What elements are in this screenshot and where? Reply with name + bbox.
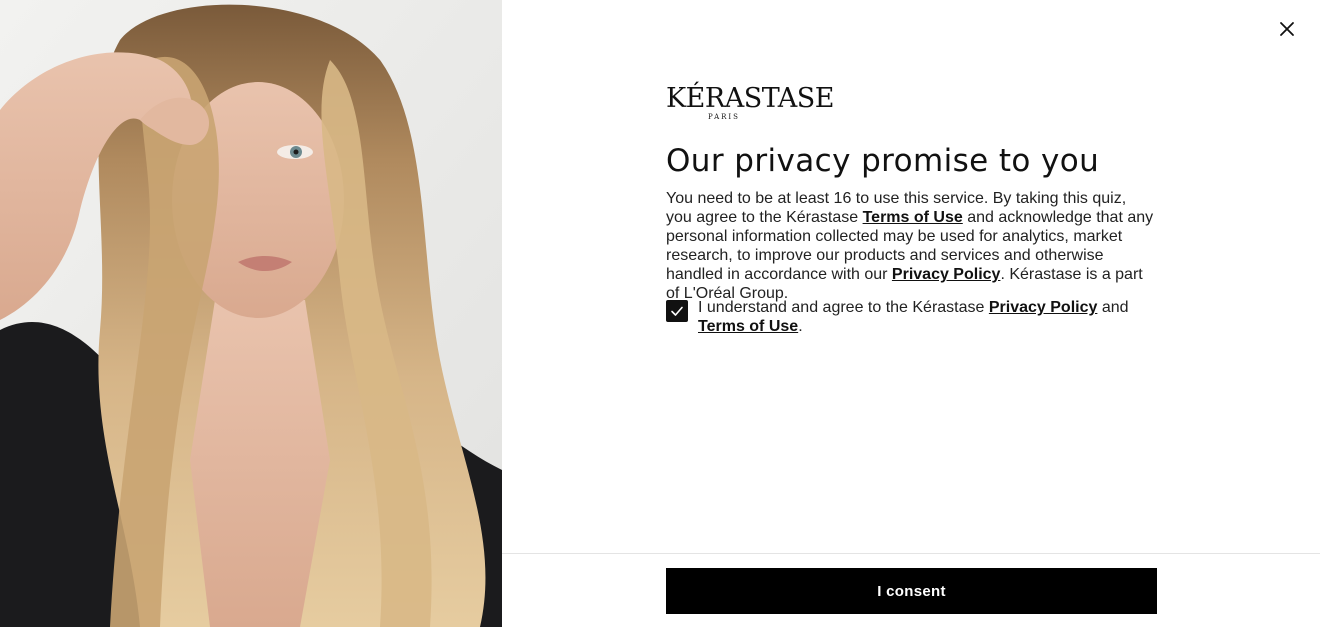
consent-text-3: . [798,318,803,335]
logo-subtext: PARIS [708,113,740,121]
footer-divider [502,553,1320,554]
consent-terms-of-use-link[interactable]: Terms of Use [698,318,798,335]
hero-photo [0,0,502,627]
close-button[interactable] [1270,12,1304,46]
consent-label: I understand and agree to the Kérastase … [698,298,1156,336]
brand-logo: KÉRASTASE PARIS [666,84,834,122]
terms-of-use-link[interactable]: Terms of Use [863,209,963,226]
consent-button[interactable]: I consent [666,568,1157,614]
consent-checkbox[interactable] [666,300,688,322]
close-icon [1280,22,1294,36]
consent-text-2: and [1097,299,1129,316]
privacy-policy-link[interactable]: Privacy Policy [892,266,1001,283]
consent-privacy-policy-link[interactable]: Privacy Policy [989,299,1098,316]
logo-wordmark: KÉRASTASE [666,83,834,114]
modal-title: Our privacy promise to you [666,143,1100,179]
checkmark-icon [671,306,683,316]
privacy-description: You need to be at least 16 to use this s… [666,189,1156,303]
consent-text-1: I understand and agree to the Kérastase [698,299,989,316]
